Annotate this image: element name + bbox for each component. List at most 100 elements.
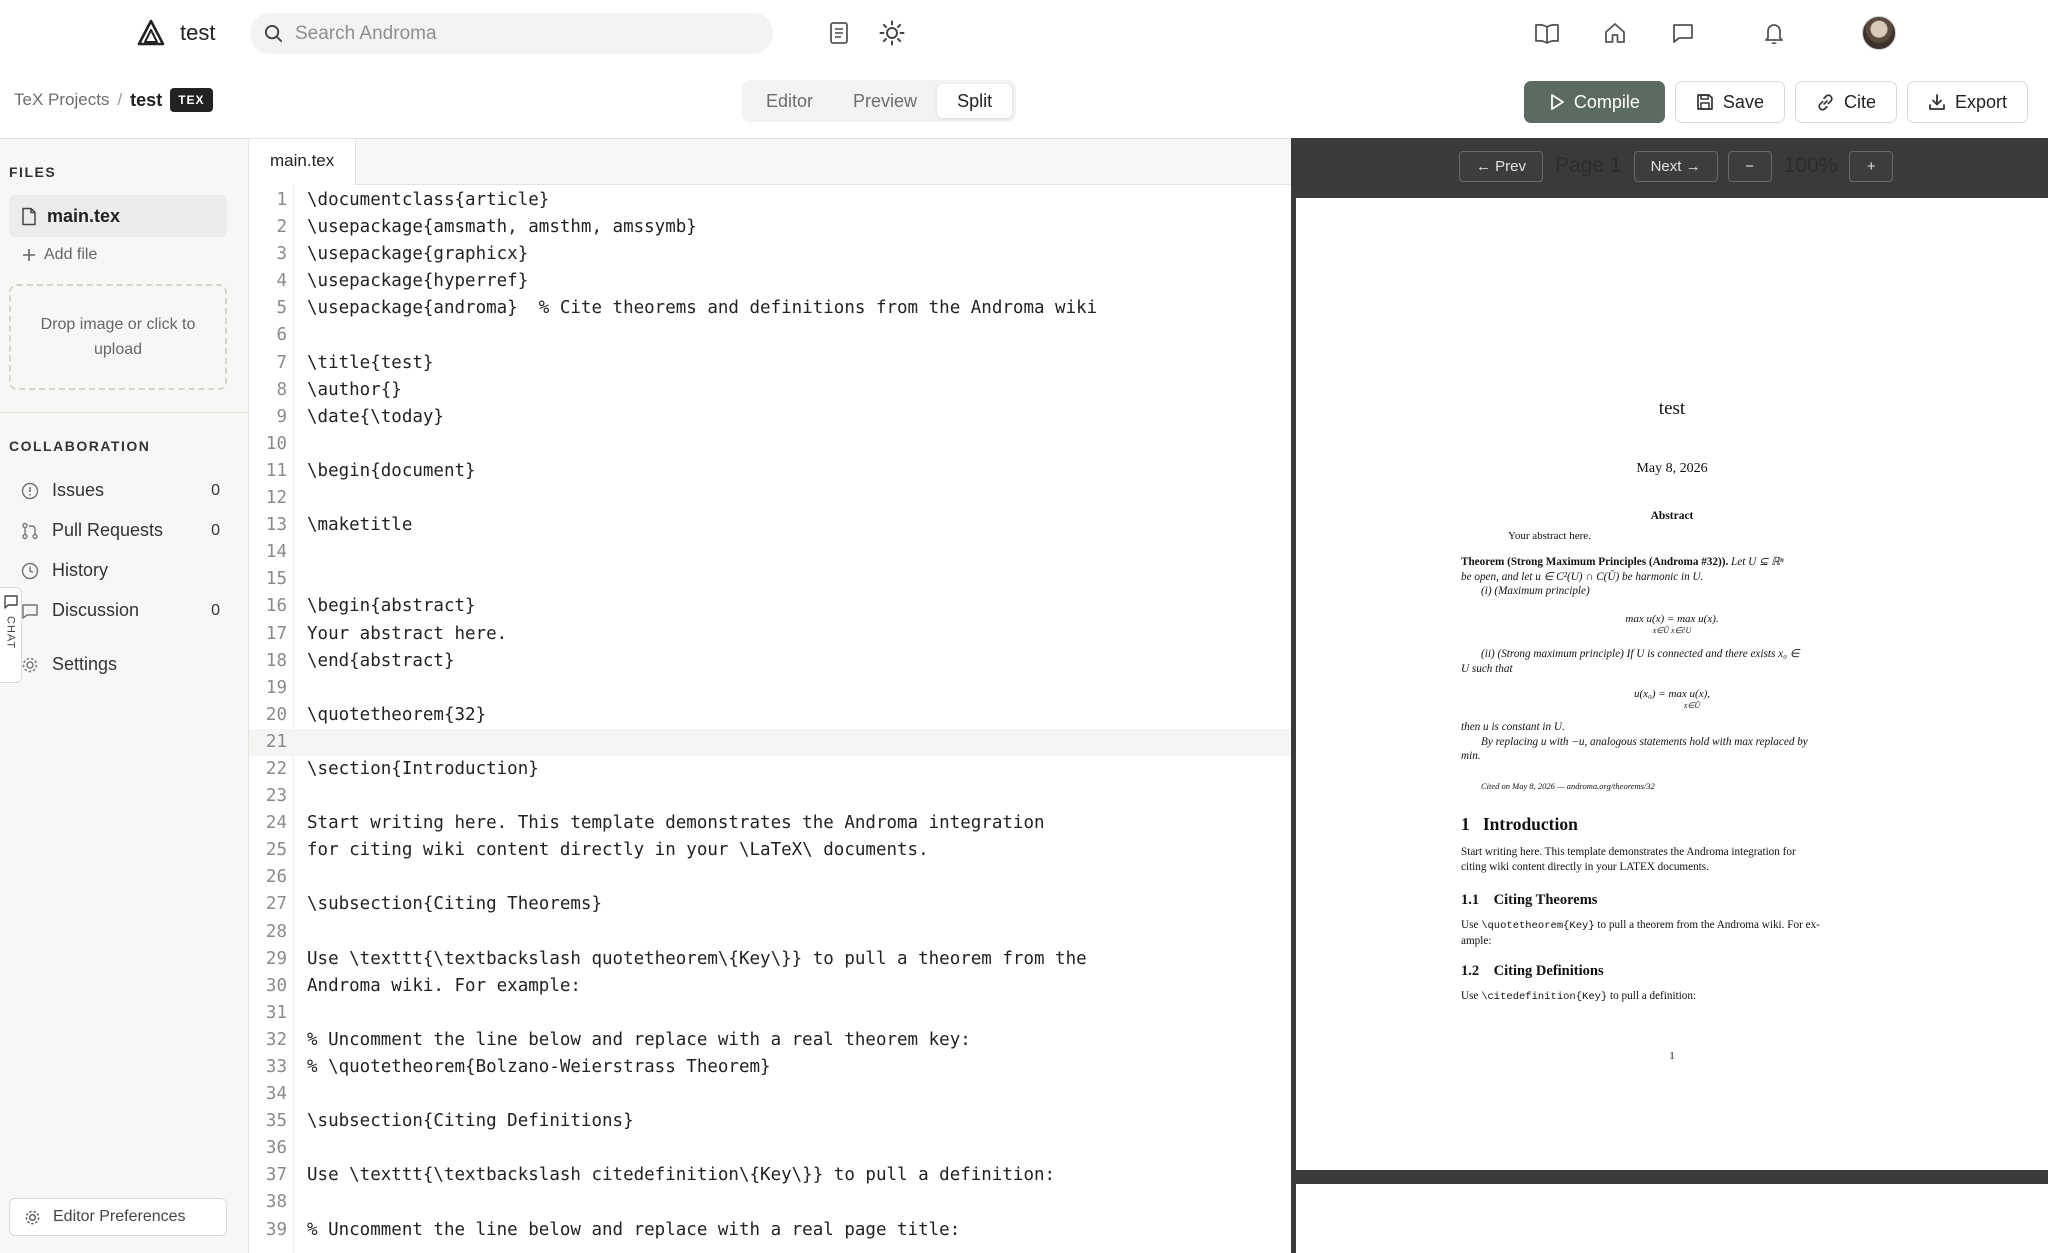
code-line[interactable]: 17 Your abstract here. [249, 621, 1291, 648]
view-mode-editor[interactable]: Editor [746, 84, 833, 118]
book-icon[interactable] [1533, 19, 1561, 47]
code-line[interactable]: 7 \title{test} [249, 350, 1291, 377]
save-icon [1697, 94, 1713, 110]
code-line[interactable]: 16 \begin{abstract} [249, 593, 1291, 620]
document-icon[interactable] [825, 19, 853, 47]
page-indicator: Page 1 [1555, 154, 1622, 177]
search-bar[interactable] [250, 13, 773, 54]
line-number: 25 [265, 840, 287, 861]
image-upload-dropzone[interactable]: Drop image or click to upload [9, 284, 227, 390]
code-line[interactable]: 13 \maketitle [249, 512, 1291, 539]
sidebar-item-discussion[interactable]: Discussion 0 [20, 600, 220, 621]
sidebar: FILES main.tex Add file Drop image or cl… [0, 138, 249, 1253]
pdf-page-1[interactable]: test May 8, 2026 Abstract Your abstract … [1296, 198, 2048, 1170]
code-line-text: \usepackage{amsmath, amsthm, amssymb} [307, 217, 697, 238]
code-line[interactable]: 4 \usepackage{hyperref} [249, 268, 1291, 295]
code-line[interactable]: 27 \subsection{Citing Theorems} [249, 891, 1291, 918]
search-input[interactable] [295, 22, 765, 45]
view-mode-switcher: Editor Preview Split [742, 80, 1017, 122]
code-line[interactable]: 35 \subsection{Citing Definitions} [249, 1108, 1291, 1135]
code-line[interactable]: 8 \author{} [249, 377, 1291, 404]
sidebar-item-pull-requests[interactable]: Pull Requests 0 [20, 520, 220, 541]
code-line[interactable]: 32 % Uncomment the line below and replace… [249, 1027, 1291, 1054]
code-line-text: \author{} [307, 379, 402, 400]
code-line[interactable]: 5 \usepackage{androma} % Cite theorems an… [249, 295, 1291, 322]
sidebar-item-issues[interactable]: Issues 0 [20, 480, 220, 501]
code-line[interactable]: 10 [249, 431, 1291, 458]
theme-toggle-sun-icon[interactable] [878, 19, 906, 47]
code-lines[interactable]: 1 \documentclass{article} 2 \usepackage{ams… [249, 187, 1291, 1244]
editor-preferences-label: Editor Preferences [53, 1208, 186, 1225]
editor-preferences-button[interactable]: Editor Preferences [9, 1198, 227, 1236]
cite-button[interactable]: Cite [1794, 81, 1897, 123]
androma-logo-icon[interactable] [136, 18, 166, 48]
theorem-line-1: Let U ⊆ ℝⁿ [1731, 556, 1784, 568]
zoom-out-button[interactable]: − [1727, 150, 1772, 182]
code-line[interactable]: 6 [249, 322, 1291, 349]
code-line[interactable]: 22 \section{Introduction} [249, 756, 1291, 783]
notifications-bell-icon[interactable] [1760, 19, 1788, 47]
pdf-page-2[interactable] [1296, 1184, 2048, 1253]
breadcrumb-tex-projects[interactable]: TeX Projects [14, 90, 109, 110]
code-line[interactable]: 3 \usepackage{graphicx} [249, 241, 1291, 268]
code-line[interactable]: 30 Androma wiki. For example: [249, 973, 1291, 1000]
code-line[interactable]: 23 [249, 783, 1291, 810]
code-line[interactable]: 34 [249, 1081, 1291, 1108]
app-title[interactable]: test [180, 20, 215, 46]
home-icon[interactable] [1601, 19, 1629, 47]
prev-page-button[interactable]: ← Prev [1459, 150, 1544, 182]
code-line[interactable]: 9 \date{\today} [249, 404, 1291, 431]
code-line[interactable]: 26 [249, 864, 1291, 891]
add-file-button[interactable]: Add file [22, 246, 97, 264]
view-mode-preview[interactable]: Preview [833, 84, 937, 118]
file-item-main-tex[interactable]: main.tex [9, 195, 227, 237]
code-line[interactable]: 39 % Uncomment the line below and replace… [249, 1217, 1291, 1244]
code-line[interactable]: 2 \usepackage{amsmath, amsthm, amssymb} [249, 214, 1291, 241]
code-line[interactable]: 19 [249, 675, 1291, 702]
compile-label: Compile [1573, 91, 1640, 112]
history-icon [20, 561, 40, 581]
code-line[interactable]: 28 [249, 919, 1291, 946]
sidebar-item-settings[interactable]: Settings [20, 654, 220, 675]
project-type-badge: TEX [170, 88, 213, 112]
section-title: Introduction [1482, 814, 1578, 834]
view-mode-split[interactable]: Split [937, 84, 1013, 118]
zoom-in-button[interactable]: + [1849, 150, 1894, 182]
save-button[interactable]: Save [1674, 81, 1785, 123]
user-avatar[interactable] [1862, 16, 1896, 50]
next-page-button[interactable]: Next → [1633, 150, 1718, 182]
code-line[interactable]: 33 % \quotetheorem{Bolzano-Weierstrass Th… [249, 1054, 1291, 1081]
code-line[interactable]: 12 [249, 485, 1291, 512]
export-button[interactable]: Export [1906, 81, 2028, 123]
code-line[interactable]: 15 [249, 566, 1291, 593]
sidebar-item-history[interactable]: History [20, 560, 220, 581]
theorem-item-2: (ii) (Strong maximum principle) If U is … [1461, 647, 1885, 676]
sidebar-item-label: Pull Requests [52, 520, 164, 540]
chat-toggle-tab[interactable]: CHAT [0, 587, 22, 683]
code-line[interactable]: 38 [249, 1189, 1291, 1216]
code-line[interactable]: 20 \quotetheorem{32} [249, 702, 1291, 729]
code-line[interactable]: 1 \documentclass{article} [249, 187, 1291, 214]
editor-tab-main-tex[interactable]: main.tex [249, 139, 357, 185]
code-line-text: Use \texttt{\textbackslash quotetheorem\… [307, 948, 1087, 969]
constant-line: then u is constant in U. [1461, 721, 1565, 733]
compile-button[interactable]: Compile [1523, 81, 1665, 123]
code-line[interactable]: 25 for citing wiki content directly in yo… [249, 837, 1291, 864]
message-icon[interactable] [1669, 19, 1697, 47]
code-editor[interactable]: main.tex 1 \documentclass{article} 2 \usepa… [249, 138, 1291, 1253]
code-line[interactable]: 37 Use \texttt{\textbackslash citedefinit… [249, 1162, 1291, 1189]
code-line[interactable]: 18 \end{abstract} [249, 648, 1291, 675]
line-number: 1 [276, 190, 287, 210]
code-line[interactable]: 31 [249, 1000, 1291, 1027]
code-line[interactable]: 14 [249, 539, 1291, 566]
code-line[interactable]: 24 Start writing here. This template demo… [249, 810, 1291, 837]
line-number: 22 [265, 758, 287, 779]
code-line[interactable]: 21 [249, 728, 1291, 756]
code-line[interactable]: 29 Use \texttt{\textbackslash quotetheore… [249, 946, 1291, 973]
code-line[interactable]: 11 \begin{document} [249, 458, 1291, 485]
code-line[interactable]: 36 [249, 1135, 1291, 1162]
